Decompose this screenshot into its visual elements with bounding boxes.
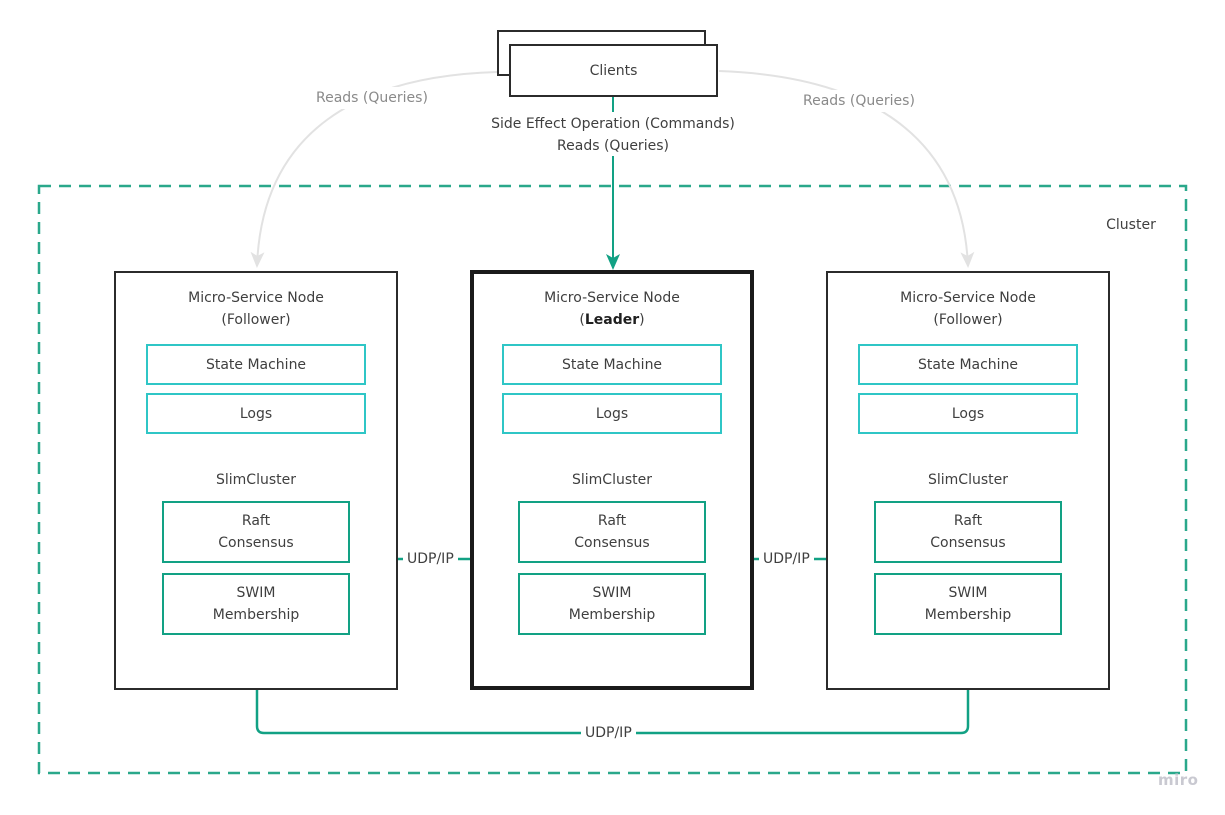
slimcluster-label: SlimCluster bbox=[216, 472, 296, 488]
node-role: (Follower) bbox=[828, 309, 1108, 331]
state-machine-label: State Machine bbox=[205, 356, 307, 373]
logs-box[interactable]: Logs bbox=[502, 393, 722, 434]
swim-label-line1: SWIM bbox=[592, 585, 632, 601]
state-machine-box[interactable]: State Machine bbox=[858, 344, 1078, 385]
swim-membership-box[interactable]: SWIM Membership bbox=[874, 573, 1062, 635]
swim-membership-box[interactable]: SWIM Membership bbox=[518, 573, 706, 635]
raft-label-line2: Consensus bbox=[930, 535, 1006, 551]
miro-watermark: miro bbox=[1158, 771, 1199, 789]
edge-label-reads-right: Reads (Queries) bbox=[799, 90, 919, 112]
logs-box[interactable]: Logs bbox=[146, 393, 366, 434]
swim-label-line2: Membership bbox=[924, 607, 1012, 623]
role-name: Leader bbox=[584, 312, 640, 328]
clients-label: Clients bbox=[589, 62, 638, 79]
swim-label-line1: SWIM bbox=[948, 585, 988, 601]
state-machine-label: State Machine bbox=[561, 356, 663, 373]
logs-label: Logs bbox=[951, 405, 985, 422]
edge-label-reads-left: Reads (Queries) bbox=[312, 87, 432, 109]
swim-membership-box[interactable]: SWIM Membership bbox=[162, 573, 350, 635]
clients-box[interactable]: Clients bbox=[509, 44, 718, 97]
role-suffix: ) bbox=[639, 312, 645, 328]
role-name: Follower bbox=[226, 312, 286, 328]
edge-label-reads-center: Reads (Queries) bbox=[557, 138, 669, 154]
role-suffix: ) bbox=[997, 312, 1003, 328]
node-title: Micro-Service Node bbox=[900, 290, 1036, 306]
raft-consensus-box[interactable]: Raft Consensus bbox=[518, 501, 706, 563]
raft-consensus-box[interactable]: Raft Consensus bbox=[162, 501, 350, 563]
logs-label: Logs bbox=[239, 405, 273, 422]
node-title: Micro-Service Node bbox=[188, 290, 324, 306]
node-role: (Leader) bbox=[474, 309, 750, 331]
raft-label-line1: Raft bbox=[597, 513, 627, 529]
raft-label-line2: Consensus bbox=[218, 535, 294, 551]
role-name: Follower bbox=[938, 312, 998, 328]
slimcluster-label: SlimCluster bbox=[572, 472, 652, 488]
state-machine-box[interactable]: State Machine bbox=[146, 344, 366, 385]
swim-label-line2: Membership bbox=[568, 607, 656, 623]
raft-consensus-box[interactable]: Raft Consensus bbox=[874, 501, 1062, 563]
edge-label-udp-leader-right: UDP/IP bbox=[759, 548, 814, 570]
logs-box[interactable]: Logs bbox=[858, 393, 1078, 434]
logs-label: Logs bbox=[595, 405, 629, 422]
edge-label-commands: Side Effect Operation (Commands) bbox=[491, 116, 735, 132]
cluster-label: Cluster bbox=[1106, 217, 1156, 233]
swim-label-line2: Membership bbox=[212, 607, 300, 623]
state-machine-label: State Machine bbox=[917, 356, 1019, 373]
state-machine-box[interactable]: State Machine bbox=[502, 344, 722, 385]
raft-label-line1: Raft bbox=[953, 513, 983, 529]
node-title: Micro-Service Node bbox=[544, 290, 680, 306]
raft-label-line2: Consensus bbox=[574, 535, 650, 551]
edge-label-udp-left-right: UDP/IP bbox=[581, 722, 636, 744]
edge-label-udp-left-leader: UDP/IP bbox=[403, 548, 458, 570]
swim-label-line1: SWIM bbox=[236, 585, 276, 601]
slimcluster-label: SlimCluster bbox=[928, 472, 1008, 488]
node-role: (Follower) bbox=[116, 309, 396, 331]
role-suffix: ) bbox=[285, 312, 291, 328]
raft-label-line1: Raft bbox=[241, 513, 271, 529]
